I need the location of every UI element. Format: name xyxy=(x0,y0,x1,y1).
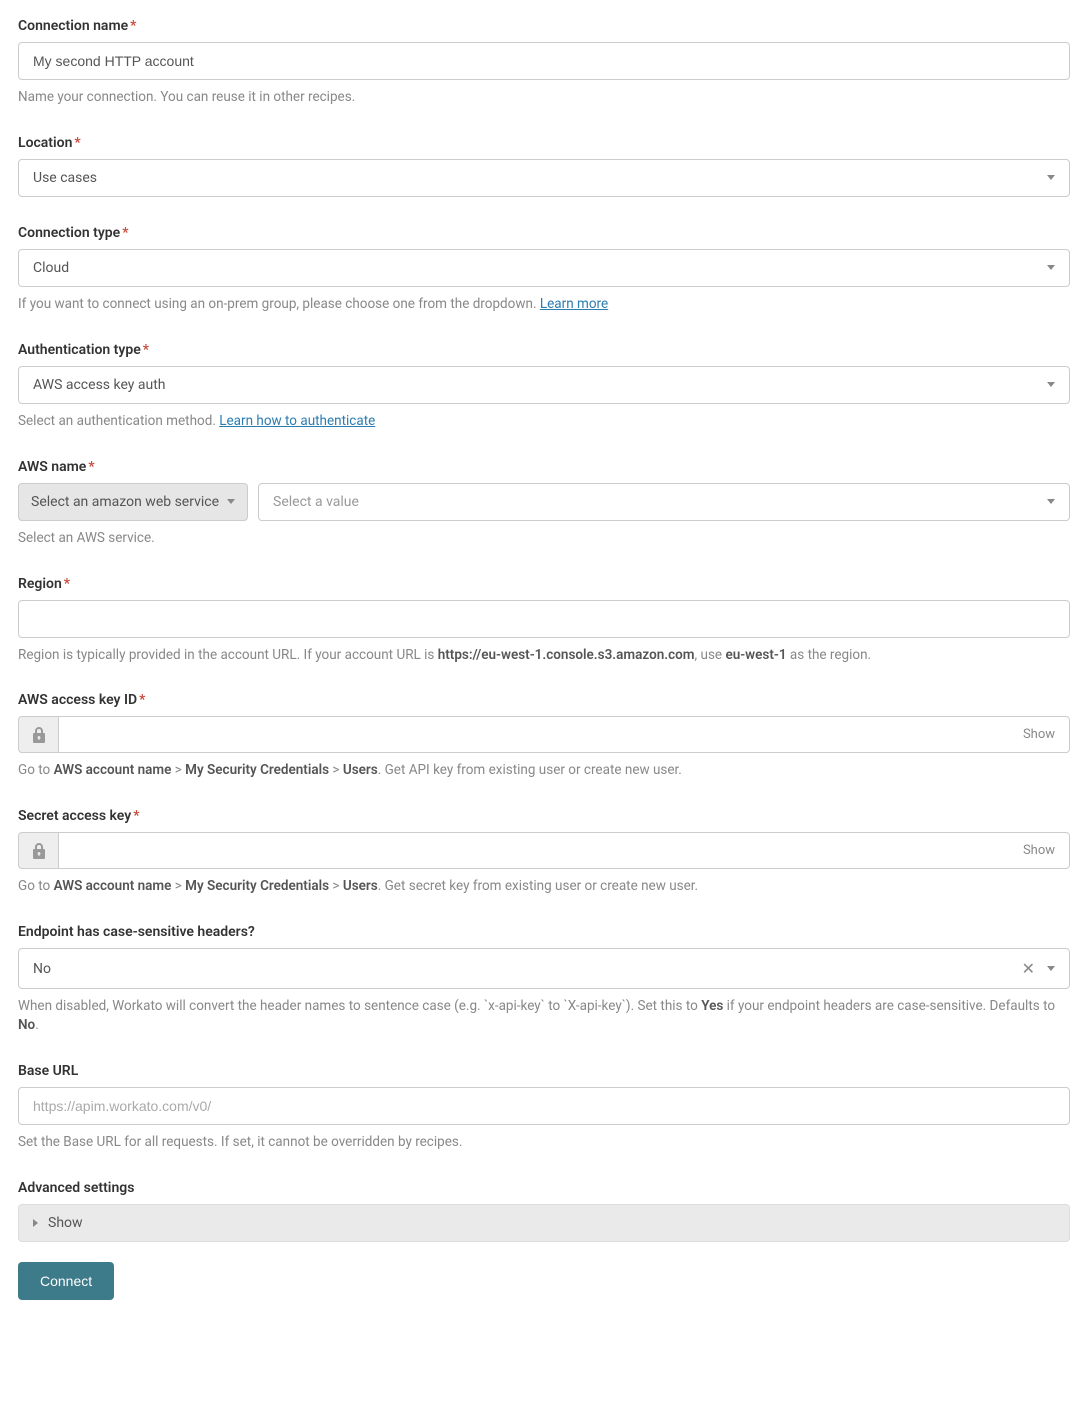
clear-icon[interactable]: ✕ xyxy=(1022,959,1035,978)
aws-service-button[interactable]: Select an amazon web service xyxy=(18,483,248,521)
secret-key-label: Secret access key* xyxy=(18,808,1070,824)
advanced-label: Advanced settings xyxy=(18,1180,1070,1196)
location-label: Location* xyxy=(18,135,1070,151)
chevron-down-icon xyxy=(1047,265,1055,270)
region-input[interactable] xyxy=(18,600,1070,638)
secret-key-help: Go to AWS account name > My Security Cre… xyxy=(18,877,1070,896)
connection-name-label: Connection name* xyxy=(18,18,1070,34)
show-toggle[interactable]: Show xyxy=(1023,727,1055,742)
case-sensitive-help: When disabled, Workato will convert the … xyxy=(18,997,1070,1035)
auth-type-select[interactable]: AWS access key auth xyxy=(18,366,1070,404)
chevron-down-icon xyxy=(1047,175,1055,180)
auth-type-help: Select an authentication method. Learn h… xyxy=(18,412,1070,431)
case-sensitive-label: Endpoint has case-sensitive headers? xyxy=(18,924,1070,940)
access-key-label: AWS access key ID* xyxy=(18,692,1070,708)
base-url-help: Set the Base URL for all requests. If se… xyxy=(18,1133,1070,1152)
lock-icon xyxy=(18,832,58,869)
region-help: Region is typically provided in the acco… xyxy=(18,646,1070,665)
connect-button[interactable]: Connect xyxy=(18,1262,114,1300)
learn-auth-link[interactable]: Learn how to authenticate xyxy=(219,413,375,429)
chevron-down-icon xyxy=(1047,966,1055,971)
lock-icon xyxy=(18,716,58,753)
access-key-input[interactable]: Show xyxy=(58,716,1070,753)
aws-name-label: AWS name* xyxy=(18,459,1070,475)
chevron-down-icon xyxy=(227,499,235,504)
connection-type-select[interactable]: Cloud xyxy=(18,249,1070,287)
auth-type-label: Authentication type* xyxy=(18,342,1070,358)
advanced-toggle[interactable]: Show xyxy=(18,1204,1070,1242)
connection-name-input[interactable] xyxy=(18,42,1070,80)
secret-key-input[interactable]: Show xyxy=(58,832,1070,869)
access-key-help: Go to AWS account name > My Security Cre… xyxy=(18,761,1070,780)
aws-value-select[interactable]: Select a value xyxy=(258,483,1070,521)
connection-type-help: If you want to connect using an on-prem … xyxy=(18,295,1070,314)
location-select[interactable]: Use cases xyxy=(18,159,1070,197)
region-label: Region* xyxy=(18,576,1070,592)
base-url-input[interactable] xyxy=(18,1087,1070,1125)
aws-name-help: Select an AWS service. xyxy=(18,529,1070,548)
case-sensitive-select[interactable]: No ✕ xyxy=(18,948,1070,989)
base-url-label: Base URL xyxy=(18,1063,1070,1079)
learn-more-link[interactable]: Learn more xyxy=(540,296,608,312)
chevron-down-icon xyxy=(1047,499,1055,504)
show-toggle[interactable]: Show xyxy=(1023,843,1055,858)
connection-name-help: Name your connection. You can reuse it i… xyxy=(18,88,1070,107)
chevron-down-icon xyxy=(1047,382,1055,387)
connection-type-label: Connection type* xyxy=(18,225,1070,241)
chevron-right-icon xyxy=(33,1219,38,1227)
